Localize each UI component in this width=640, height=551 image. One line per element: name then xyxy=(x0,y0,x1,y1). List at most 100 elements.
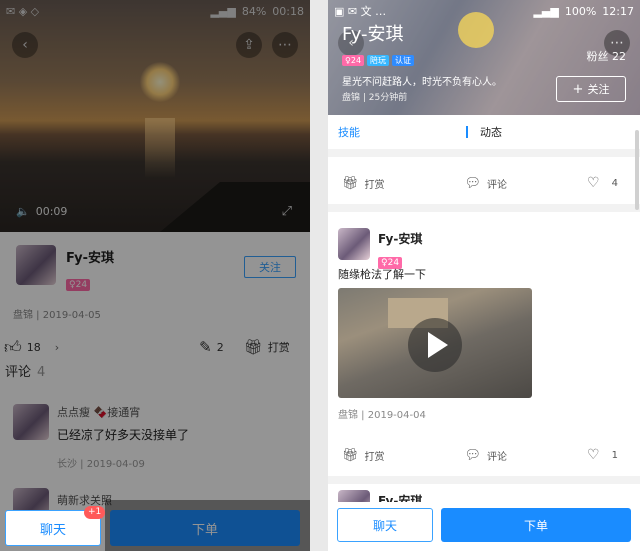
profile-signature: 星光不问赶路人，时光不负有心人。 xyxy=(342,77,502,88)
follow-button[interactable]: + 关注 xyxy=(556,76,626,102)
post-avatar[interactable] xyxy=(338,228,370,260)
reward-button[interactable]: 🎁︎ 打赏 xyxy=(342,448,385,463)
gift-icon: 🎁︎ xyxy=(243,338,263,356)
like-count: 1 xyxy=(611,449,618,461)
profile-header: ▣ ✉ 文 … ▂▄▆ 100% 12:17 ‹ ⋯ Fy-安琪 ♀24 陪玩 … xyxy=(328,0,640,115)
volume-icon[interactable]: 🔈 xyxy=(16,205,30,218)
like-count: 4 xyxy=(611,177,618,189)
comment-label: 评论 xyxy=(487,451,508,463)
pencil-icon: ✎ xyxy=(199,338,212,356)
post-meta: 盘锦 | 2019-04-05 xyxy=(13,310,101,321)
user-name[interactable]: Fy-安琪 xyxy=(66,247,114,266)
play-icon[interactable] xyxy=(408,318,462,372)
comment-meta: 长沙 | 2019-04-09 xyxy=(57,459,145,470)
tab-skills[interactable]: 技能 xyxy=(338,124,466,140)
edit-button[interactable]: ✎ 2 xyxy=(199,338,224,356)
profile-badges: ♀24 陪玩 认证 xyxy=(342,55,415,66)
verified-badge: 认证 xyxy=(392,55,415,66)
status-left-icons: ▣ ✉ 文 … xyxy=(334,5,387,18)
status-bar: ▣ ✉ 文 … ▂▄▆ 100% 12:17 xyxy=(328,0,640,22)
gift-icon: 🎁︎ xyxy=(342,175,359,191)
like-button[interactable]: ♡ 1 xyxy=(587,447,618,463)
post-meta: 盘锦 | 2019-04-04 xyxy=(338,410,426,421)
heart-icon: ♡ xyxy=(587,447,600,463)
comment-icon: 💬︎ xyxy=(464,175,482,191)
tab-divider xyxy=(466,126,468,138)
escort-badge: 陪玩 xyxy=(367,55,390,66)
status-left-icons: ✉ ◈ ◇ xyxy=(6,4,40,18)
share-icon[interactable]: ⇪ xyxy=(236,32,262,58)
commenter-avatar[interactable] xyxy=(13,404,49,440)
chat-button[interactable]: 聊天 xyxy=(337,508,433,542)
profile-name: Fy-安琪 xyxy=(342,24,404,45)
reward-label: 打赏 xyxy=(267,341,290,354)
fans-count: 粉丝 22 xyxy=(587,48,627,64)
signal-icon: ▂▄▆ xyxy=(533,4,559,18)
scrollbar[interactable] xyxy=(635,130,639,210)
fans-value: 22 xyxy=(612,50,626,63)
clock: 00:18 xyxy=(272,4,304,18)
video-thumbnail[interactable] xyxy=(338,288,532,398)
post-actions: 🎁︎ 打赏 💬︎ 评论 ♡ 4 xyxy=(328,168,640,198)
post-author-name[interactable]: Fy-安琪 xyxy=(378,230,422,247)
heart-icon: ♡ xyxy=(587,175,600,191)
commenter-name[interactable]: 点点瘦 🍫接通宵 xyxy=(57,404,297,420)
battery-level: 84% xyxy=(241,4,267,18)
like-count: 18 xyxy=(26,340,41,354)
divider xyxy=(328,204,640,212)
sun-reflection xyxy=(145,118,175,178)
profile-info: Fy-安琪 ♀24 xyxy=(66,247,114,291)
right-screen: ▣ ✉ 文 … ▂▄▆ 100% 12:17 ‹ ⋯ Fy-安琪 ♀24 陪玩 … xyxy=(328,0,640,551)
post-actions: 🎁︎ 打赏 💬︎ 评论 ♡ 1 xyxy=(328,440,640,470)
gender-age-badge: ♀24 xyxy=(342,55,365,66)
reward-button[interactable]: 🎁︎ 打赏 xyxy=(244,338,290,356)
action-row: 👍︎ 18 › ✎ 2 🎁︎ 打赏 xyxy=(0,332,310,362)
video-duration: 00:09 xyxy=(35,205,68,218)
comment-button[interactable]: 💬︎ 评论 xyxy=(465,448,508,463)
reward-label: 打赏 xyxy=(364,179,385,191)
status-bar: ✉ ◈ ◇ ▂▄▆ 84% 00:18 xyxy=(0,0,310,22)
left-screen: ✉ ◈ ◇ ▂▄▆ 84% 00:18 ‹ ⇪ ⋯ 🔈 00:09 ⤢ Fy-安… xyxy=(0,0,310,551)
bottom-dim xyxy=(105,500,310,551)
follow-label: 关注 xyxy=(587,83,610,96)
back-icon[interactable]: ‹ xyxy=(12,32,38,58)
divider xyxy=(328,149,640,157)
comment-button[interactable]: 💬︎ 评论 xyxy=(465,176,508,191)
clock: 12:17 xyxy=(602,4,634,18)
post-text: 随缘枪法了解一下 xyxy=(338,268,426,281)
comments-header: 评论 4 xyxy=(5,361,45,380)
sunset-sun xyxy=(140,62,180,102)
plus-icon: + xyxy=(572,81,584,97)
profile-meta: 盘锦 | 25分钟前 xyxy=(342,93,408,103)
bottom-bar: 聊天 下单 xyxy=(328,502,640,551)
gift-icon: 🎁︎ xyxy=(342,447,359,463)
fullscreen-icon[interactable]: ⤢ xyxy=(282,204,292,219)
order-button[interactable]: 下单 xyxy=(441,508,631,542)
signal-icon: ▂▄▆ xyxy=(210,4,236,18)
comment-icon: 💬︎ xyxy=(464,447,482,463)
chevron-right-icon[interactable]: › xyxy=(55,341,59,354)
edit-count: 2 xyxy=(216,340,224,354)
comments-count: 4 xyxy=(37,365,46,380)
tab-moments[interactable]: 动态 xyxy=(480,124,502,140)
reward-label: 打赏 xyxy=(364,451,385,463)
post-author: Fy-安琪 ♀24 xyxy=(378,230,422,269)
comments-label: 评论 xyxy=(5,365,32,380)
gender-age-badge: ♀24 xyxy=(66,279,91,291)
more-icon[interactable]: ⋯ xyxy=(272,32,298,58)
thumbs-up-icon: 👍︎ xyxy=(4,337,22,358)
divider xyxy=(328,476,640,484)
comment-text: 已经凉了好多天没接单了 xyxy=(57,428,190,442)
video-player[interactable]: ✉ ◈ ◇ ▂▄▆ 84% 00:18 ‹ ⇪ ⋯ 🔈 00:09 ⤢ xyxy=(0,0,310,232)
battery-level: 100% xyxy=(564,4,597,18)
comment-body: 点点瘦 🍫接通宵 已经凉了好多天没接单了 长沙 | 2019-04-09 xyxy=(57,404,297,470)
video-controls: 🔈 00:09 xyxy=(16,205,67,218)
like-button[interactable]: ♡ 4 xyxy=(587,175,618,191)
chat-badge: +1 xyxy=(84,506,106,519)
comment-label: 评论 xyxy=(487,179,508,191)
avatar[interactable] xyxy=(16,245,56,285)
follow-button[interactable]: 关注 xyxy=(244,256,296,278)
like-button[interactable]: 👍︎ 18 xyxy=(4,337,41,358)
reward-button[interactable]: 🎁︎ 打赏 xyxy=(342,176,385,191)
tab-bar: 技能 动态 xyxy=(328,115,640,149)
